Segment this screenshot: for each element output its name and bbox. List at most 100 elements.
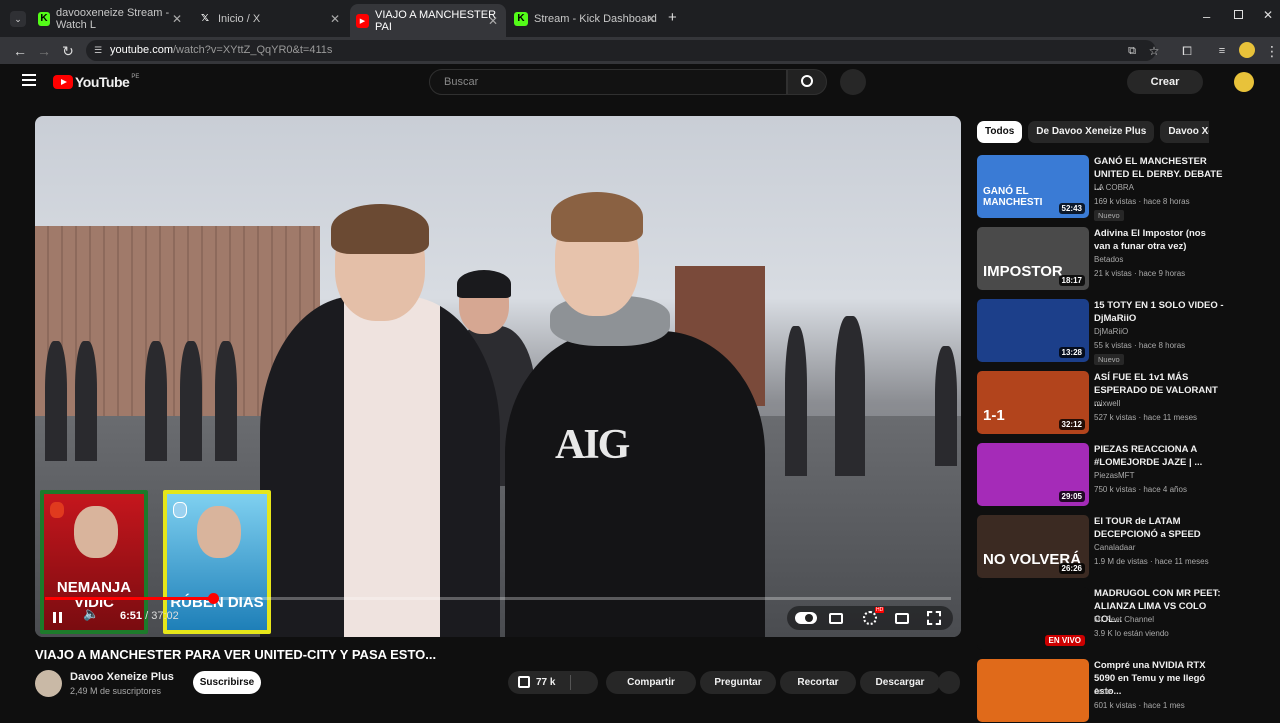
recommended-video[interactable]: 1-1 32:12 ASÍ FUE EL 1v1 MÁS ESPERADO DE V… (977, 371, 1227, 435)
browser-toolbar: ← → ↻ ☰ youtube.com/watch?v=XYttZ_QqYR0&… (0, 37, 1280, 64)
video-thumbnail[interactable]: 29:05 (977, 443, 1089, 506)
video-thumbnail[interactable]: IMPOSTOR 18:17 (977, 227, 1089, 290)
close-icon[interactable]: ✕ (330, 12, 340, 26)
clip-button[interactable]: Recortar (780, 671, 856, 694)
recommended-video[interactable]: NO VOLVERÁ 26:26 El TOUR de LATAM DECEPCIO… (977, 515, 1227, 579)
live-badge: EN VIVO (1044, 635, 1085, 646)
tab-search-button[interactable]: ⌄ (10, 11, 26, 27)
search-input[interactable]: Buscar (429, 69, 787, 95)
progress-scrubber[interactable] (208, 593, 219, 604)
recommended-video[interactable]: 29:05 PIEZAS REACCIONA A #LOMEJORDE JAZE … (977, 443, 1227, 507)
back-button[interactable]: ← (10, 41, 30, 61)
close-icon[interactable]: ✕ (646, 12, 656, 26)
close-icon[interactable]: ✕ (172, 12, 182, 26)
channel-name[interactable]: Davoo Xeneize Plus (70, 671, 174, 683)
video-thumbnail[interactable]: 13:28 (977, 299, 1089, 362)
share-button[interactable]: Compartir (606, 671, 696, 694)
recommended-meta: 55 k vistas · hace 8 horas (1094, 341, 1186, 350)
time-display: 6:51 / 37:02 (120, 610, 179, 622)
recommended-meta: 21 k vistas · hace 9 horas (1094, 269, 1186, 278)
voice-search-button[interactable] (840, 69, 866, 95)
subscribe-button[interactable]: Suscribirse (193, 671, 261, 694)
volume-icon[interactable]: 🔈 (83, 606, 99, 624)
recommended-video[interactable]: IMPOSTOR 18:17 Adivina El Impostor (nos va… (977, 227, 1227, 291)
progress-bar[interactable] (45, 593, 951, 604)
install-app-icon[interactable]: ⧉ (1122, 41, 1142, 61)
browser-tab-kick-stream[interactable]: K davooxeneize Stream - Watch L ✕ (32, 6, 190, 31)
recommended-channel[interactable]: mixwell (1094, 399, 1120, 408)
browser-tab-x[interactable]: 𝕏 Inicio / X ✕ (192, 6, 348, 31)
browser-menu-icon[interactable]: ⋮ (1262, 41, 1280, 61)
video-thumbnail[interactable]: NO VOLVERÁ 26:26 (977, 515, 1089, 578)
like-button[interactable]: 77 k (508, 671, 598, 694)
new-badge: Nuevo (1094, 354, 1124, 365)
download-button[interactable]: Descargar (860, 671, 940, 694)
close-icon[interactable]: ✕ (488, 14, 498, 28)
recommended-video[interactable]: Compré una NVIDIA RTX 5090 en Temu y me … (977, 659, 1227, 723)
chip-from-channel[interactable]: De Davoo Xeneize Plus (1028, 121, 1155, 143)
recommended-channel[interactable]: Canaladaar (1094, 543, 1135, 552)
chip-all[interactable]: Todos (977, 121, 1023, 143)
recommended-channel[interactable]: Betados (1094, 255, 1123, 264)
channel-avatar[interactable] (35, 670, 62, 697)
kick-icon: K (514, 11, 528, 26)
person-right (505, 331, 765, 637)
extensions-icon[interactable]: ⧠ (1177, 41, 1197, 61)
recommended-channel[interactable]: LA COBRA (1094, 183, 1134, 192)
recommended-title[interactable]: Compré una NVIDIA RTX 5090 en Temu y me … (1094, 659, 1224, 698)
ask-button[interactable]: Preguntar (700, 671, 776, 694)
tab-title: Stream - Kick Dashboard (534, 12, 657, 25)
chip-related[interactable]: Davoo Xeneize (1160, 121, 1209, 143)
recommended-meta: 601 k vistas · hace 1 mes (1094, 701, 1185, 710)
site-info-icon[interactable]: ☰ (94, 40, 102, 61)
recommended-channel[interactable]: DjMaRiiO (1094, 327, 1128, 336)
recommended-meta: 3.9 K lo están viendo (1094, 629, 1169, 638)
video-thumbnail[interactable]: GANÓ EL MANCHESTI 52:43 (977, 155, 1089, 218)
recommended-channel[interactable]: Jade (1094, 687, 1111, 696)
video-thumbnail[interactable] (977, 659, 1089, 722)
region-code: PE (131, 74, 140, 80)
settings-gear-icon[interactable] (863, 611, 877, 625)
kick-icon: K (38, 11, 51, 26)
recommended-channel[interactable]: Mr Peet Channel (1094, 615, 1154, 624)
account-avatar[interactable] (1234, 72, 1254, 92)
reload-button[interactable]: ↻ (58, 41, 78, 61)
recommended-meta: 527 k vistas · hace 11 meses (1094, 413, 1198, 422)
search-button[interactable] (787, 69, 827, 95)
browser-tab-youtube[interactable]: ▶ VIAJO A MANCHESTER PAI ✕ (350, 4, 506, 37)
video-player[interactable]: AIG NEMANJA VIDIC RÚBEN DIAS 🔈 6:51 / 37… (35, 116, 961, 637)
recommended-title[interactable]: El TOUR de LATAM DECEPCIONÓ a SPEED (1094, 515, 1224, 541)
recommended-title[interactable]: Adivina El Impostor (nos van a funar otr… (1094, 227, 1224, 253)
fullscreen-icon[interactable] (927, 611, 941, 625)
close-window-button[interactable]: ✕ (1263, 8, 1273, 22)
video-thumbnail[interactable]: 1-1 32:12 (977, 371, 1089, 434)
recommended-video[interactable]: EN VIVO MADRUGOL CON MR PEET: ALIANZA LIM… (977, 587, 1227, 651)
recommended-video[interactable]: 13:28 15 TOTY EN 1 SOLO VIDEO - DjMaRiiO D… (977, 299, 1227, 365)
recommended-title[interactable]: PIEZAS REACCIONA A #LOMEJORDE JAZE | ... (1094, 443, 1224, 469)
menu-icon[interactable] (22, 74, 36, 88)
browser-tab-kick-dashboard[interactable]: K Stream - Kick Dashboard ✕ (508, 6, 664, 31)
recommended-video[interactable]: GANÓ EL MANCHESTI 52:43 GANÓ EL MANCHESTER… (977, 155, 1227, 221)
forward-button[interactable]: → (34, 41, 54, 61)
pause-button[interactable] (53, 609, 65, 627)
recommended-title[interactable]: 15 TOTY EN 1 SOLO VIDEO - DjMaRiiO (1094, 299, 1224, 325)
create-button[interactable]: Crear (1127, 70, 1203, 94)
bookmark-star-icon[interactable]: ☆ (1144, 41, 1164, 61)
crowd-figure (45, 341, 67, 461)
subtitles-icon[interactable] (829, 613, 843, 624)
more-actions-button[interactable] (938, 671, 960, 694)
theater-mode-icon[interactable] (895, 613, 909, 624)
media-control-icon[interactable]: ≡ (1212, 41, 1232, 61)
youtube-header: YouTube PE Buscar Crear (0, 64, 1280, 100)
profile-avatar[interactable] (1239, 42, 1255, 58)
player-portrait (197, 506, 241, 558)
youtube-logo[interactable]: YouTube PE (53, 74, 139, 90)
recommended-channel[interactable]: PiezasMFT (1094, 471, 1134, 480)
video-thumbnail[interactable]: EN VIVO (977, 587, 1089, 650)
minimize-button[interactable]: – (1203, 9, 1210, 24)
filter-chips: TodosDe Davoo Xeneize PlusDavoo Xeneize (977, 121, 1209, 143)
restore-button[interactable] (1234, 10, 1243, 19)
autoplay-toggle[interactable] (795, 612, 817, 624)
address-bar[interactable]: ☰ youtube.com/watch?v=XYttZ_QqYR0&t=411s (86, 40, 1156, 61)
new-tab-button[interactable]: + (668, 9, 677, 26)
